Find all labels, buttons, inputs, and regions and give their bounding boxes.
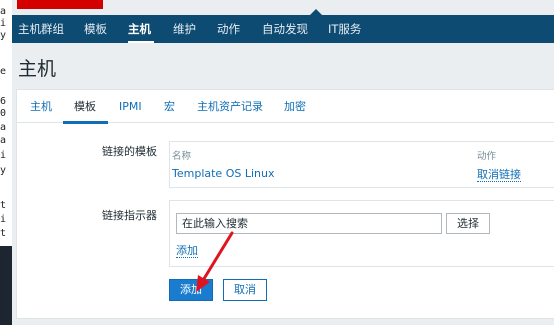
tab-inventory[interactable]: 主机资产记录 <box>197 90 263 123</box>
linked-templates-label: 链接的模板 <box>102 145 157 158</box>
nav-item-hosts[interactable]: 主机 <box>128 15 151 43</box>
template-link[interactable]: Template OS Linux <box>172 167 274 180</box>
top-navigation: 主机群组 模板 主机 维护 动作 自动发现 IT服务 <box>12 9 554 43</box>
tab-macros[interactable]: 宏 <box>164 90 175 123</box>
bg-text-fragment: e <box>0 66 7 77</box>
form-tabs: 主机 模板 IPMI 宏 主机资产记录 加密 <box>17 90 554 124</box>
tab-encryption[interactable]: 加密 <box>284 90 306 123</box>
unlink-link[interactable]: 取消链接 <box>477 168 521 182</box>
add-button[interactable]: 添加 <box>169 279 213 301</box>
tab-active-underline <box>63 121 108 124</box>
bg-text-fragment: i <box>0 18 7 29</box>
bg-text-fragment: y <box>0 30 7 41</box>
column-header-name: 名称 <box>172 151 192 162</box>
bg-text-fragment: a <box>0 122 7 133</box>
add-template-link[interactable]: 添加 <box>176 244 198 258</box>
tab-templates[interactable]: 模板 <box>74 90 96 123</box>
nav-item-host-groups[interactable]: 主机群组 <box>18 15 64 43</box>
nav-item-discovery[interactable]: 自动发现 <box>262 15 308 43</box>
cancel-button[interactable]: 取消 <box>223 279 267 301</box>
nav-item-it-services[interactable]: IT服务 <box>328 15 361 43</box>
bg-text-fragment: i <box>0 150 7 161</box>
template-search-input[interactable]: 在此输入搜索 <box>176 213 442 234</box>
bg-text-fragment: t <box>0 200 7 211</box>
tab-ipmi[interactable]: IPMI <box>119 90 142 123</box>
nav-item-maintenance[interactable]: 维护 <box>173 15 196 43</box>
host-form-panel: 主机 模板 IPMI 宏 主机资产记录 加密 链接的模板 名称 动作 Templ… <box>16 89 554 319</box>
zabbix-logo[interactable] <box>17 0 103 9</box>
nav-caret-icon <box>310 9 322 15</box>
link-indicator-box: 在此输入搜索 选择 添加 <box>169 200 554 267</box>
zabbix-app: 主机群组 模板 主机 维护 动作 自动发现 IT服务 主机 主机 模板 IPMI… <box>12 0 554 325</box>
tab-host[interactable]: 主机 <box>30 90 52 123</box>
bg-text-fragment: a <box>0 6 7 17</box>
select-button[interactable]: 选择 <box>446 213 490 234</box>
page-title: 主机 <box>18 58 57 80</box>
linked-templates-table: 名称 动作 Template OS Linux 取消链接 <box>169 141 554 188</box>
nav-item-templates[interactable]: 模板 <box>84 15 107 43</box>
bg-text-fragment: i <box>0 214 7 225</box>
title-bar: 主机 <box>12 43 554 89</box>
bg-text-fragment: y <box>0 165 7 176</box>
nav-item-actions[interactable]: 动作 <box>217 15 240 43</box>
bg-text-fragment: 0 <box>0 108 7 119</box>
column-header-action: 动作 <box>477 151 497 162</box>
bg-text-fragment: a <box>0 135 7 146</box>
bg-text-fragment: t <box>0 228 7 239</box>
link-indicator-label: 链接指示器 <box>102 209 157 222</box>
bg-text-fragment: 6 <box>0 96 7 107</box>
